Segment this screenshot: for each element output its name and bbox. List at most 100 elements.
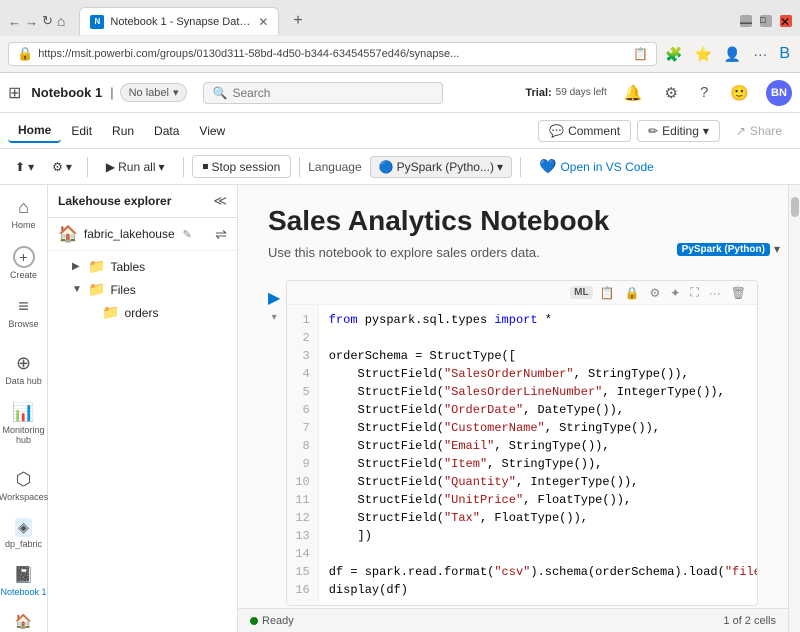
tab-favicon: N xyxy=(90,15,104,29)
cell-add-btn[interactable]: ✦ xyxy=(667,284,683,302)
notebook-scroll: Sales Analytics Notebook Use this notebo… xyxy=(238,185,788,608)
menu-edit[interactable]: Edit xyxy=(61,120,102,142)
new-tab-button[interactable]: + xyxy=(289,12,306,30)
search-box[interactable]: 🔍 xyxy=(203,82,443,104)
code-line-11: StructField("UnitPrice", FloatType()), xyxy=(329,491,747,509)
toolbar-separator4 xyxy=(520,157,521,177)
code-line-12: StructField("Tax", FloatType()), xyxy=(329,509,747,527)
lakehouse-edit-icon[interactable]: ✎ xyxy=(183,228,192,241)
share-button[interactable]: ↗ Share xyxy=(726,121,792,141)
browser-tab[interactable]: N Notebook 1 - Synapse Data Eng... ✕ xyxy=(79,7,279,35)
refresh-btn[interactable]: ↻ xyxy=(42,13,53,29)
cell-lock-btn[interactable]: 🔒 xyxy=(622,284,643,302)
cell-delete-btn[interactable]: 🗑 xyxy=(728,284,749,302)
cell-copy-btn[interactable]: 📋 xyxy=(597,284,618,302)
code-line-15: df = spark.read.format("csv").schema(ord… xyxy=(329,563,747,581)
open-in-vs-code-button[interactable]: 💙 Open in VS Code xyxy=(529,155,664,178)
menu-bar: Home Edit Run Data View 💬 Comment ✏ Edit… xyxy=(0,113,800,149)
files-folder-icon: 📁 xyxy=(88,281,105,298)
sidebar-item-workspaces[interactable]: ⬡ Workspaces xyxy=(0,461,47,510)
cell-more-btn[interactable]: ··· xyxy=(706,284,724,302)
help-btn[interactable]: ? xyxy=(695,82,713,103)
lakehouse-swap-icon[interactable]: ⇌ xyxy=(215,226,227,243)
minimize-button[interactable]: — xyxy=(740,15,752,27)
search-icon: 🔍 xyxy=(212,86,227,100)
search-input[interactable] xyxy=(232,86,434,100)
cell-run-button[interactable]: ▶ xyxy=(268,288,280,308)
tab-title: Notebook 1 - Synapse Data Eng... xyxy=(110,16,252,28)
files-chevron-icon: ▼ xyxy=(72,284,84,295)
sidebar-item-monitoring[interactable]: 📊 Monitoring hub xyxy=(0,394,47,453)
menu-home[interactable]: Home xyxy=(8,119,61,143)
tree-node-files[interactable]: ▼ 📁 Files xyxy=(48,278,237,301)
lakehouse-icon: 🏠 xyxy=(58,224,78,244)
copy-url-icon[interactable]: 📋 xyxy=(633,47,648,61)
profile-btn[interactable]: 👤 xyxy=(722,44,743,65)
sidebar-item-home[interactable]: ⌂ Home xyxy=(0,189,47,238)
comment-button[interactable]: 💬 Comment xyxy=(538,120,631,142)
copilot-btn[interactable]: B xyxy=(777,43,792,65)
tab-close[interactable]: ✕ xyxy=(258,15,268,29)
sidebar-item-datahub[interactable]: ⊕ Data hub xyxy=(0,345,47,394)
code-content[interactable]: from pyspark.sql.types import * orderSch… xyxy=(319,305,757,605)
run-all-button[interactable]: ▶ Run all ▾ xyxy=(96,157,175,177)
menu-view[interactable]: View xyxy=(189,120,235,142)
close-window-button[interactable]: ✕ xyxy=(780,15,792,27)
tree-node-orders[interactable]: 📁 orders xyxy=(48,301,237,324)
toolbar-separator2 xyxy=(183,157,184,177)
editing-label: Editing xyxy=(662,124,699,138)
scrollbar-thumb[interactable] xyxy=(791,197,799,217)
sidebar-item-dp-fabric[interactable]: ◈ dp_fabric xyxy=(0,510,47,557)
editing-button[interactable]: ✏ Editing ▾ xyxy=(637,120,720,142)
stop-session-button[interactable]: ⏹ Stop session xyxy=(192,155,292,178)
app-grid-icon[interactable]: ⊞ xyxy=(8,83,21,103)
language-selector[interactable]: 🔵 PySpark (Pytho...) ▾ xyxy=(370,156,512,178)
sidebar-item-notebook[interactable]: 📓 Notebook 1 xyxy=(0,557,47,605)
trial-days: 59 days left xyxy=(556,87,607,98)
notification-btn[interactable]: 🔔 xyxy=(619,82,648,104)
comment-label: Comment xyxy=(568,124,620,138)
save-button[interactable]: ⬆ ▾ xyxy=(8,157,41,177)
extensions-btn[interactable]: 🧩 xyxy=(663,44,684,65)
label-badge[interactable]: No label ▾ xyxy=(120,83,188,102)
app-container: ⊞ Notebook 1 | No label ▾ 🔍 Trial: 59 da… xyxy=(0,73,800,632)
settings-btn[interactable]: ⚙ xyxy=(660,82,683,104)
code-line-2 xyxy=(329,329,747,347)
sidebar-item-lakehouse[interactable]: 🏠 fabric_lakeh ouse xyxy=(0,605,47,632)
label-chevron-icon: ▾ xyxy=(173,86,179,99)
pyspark-dropdown-icon[interactable]: ▾ xyxy=(774,242,780,256)
tables-folder-icon: 📁 xyxy=(88,258,105,275)
edit-pencil-icon: ✏ xyxy=(648,124,658,138)
cell-run-expand-icon[interactable]: ▾ xyxy=(272,312,277,323)
forward-btn[interactable]: → xyxy=(25,14,38,29)
code-line-4: StructField("SalesOrderNumber", StringTy… xyxy=(329,365,747,383)
scrollbar[interactable] xyxy=(788,185,800,632)
user-avatar[interactable]: BN xyxy=(766,80,792,106)
tree-node-tables[interactable]: ▶ 📁 Tables xyxy=(48,255,237,278)
menu-data[interactable]: Data xyxy=(144,120,189,142)
cell-screen-btn[interactable]: ⛶ xyxy=(687,283,701,302)
home-btn[interactable]: ⌂ xyxy=(57,13,65,29)
menu-run[interactable]: Run xyxy=(102,120,144,142)
favorites-btn[interactable]: ⭐ xyxy=(692,44,713,65)
stop-icon: ⏹ xyxy=(203,159,209,174)
sidebar-item-browse[interactable]: ≡ Browse xyxy=(0,288,47,337)
explorer-collapse-btn[interactable]: ≪ xyxy=(213,193,227,209)
feedback-btn[interactable]: 🙂 xyxy=(725,82,754,104)
maximize-button[interactable]: □ xyxy=(760,15,772,27)
tables-chevron-icon: ▶ xyxy=(72,261,84,272)
create-icon: + xyxy=(13,246,35,268)
notebook-title: Sales Analytics Notebook xyxy=(268,205,758,237)
address-bar[interactable]: 🔒 https://msit.powerbi.com/groups/0130d3… xyxy=(8,42,657,66)
browser-icons: 🧩 ⭐ 👤 ··· B xyxy=(663,43,792,65)
cell-settings-btn[interactable]: ⚙ xyxy=(647,284,664,302)
toolbar-settings-button[interactable]: ⚙ ▾ xyxy=(45,157,79,177)
back-btn[interactable]: ← xyxy=(8,14,21,29)
sidebar-item-create[interactable]: + Create xyxy=(0,238,47,288)
pyspark-badge: PySpark (Python) xyxy=(677,243,770,256)
home-icon: ⌂ xyxy=(18,197,29,218)
dp-fabric-icon: ◈ xyxy=(15,518,32,537)
code-cell[interactable]: ML 📋 🔒 ⚙ ✦ ⛶ ··· 🗑 12345 6 xyxy=(286,280,758,606)
language-label: Language xyxy=(308,160,361,174)
more-btn[interactable]: ··· xyxy=(751,44,769,64)
